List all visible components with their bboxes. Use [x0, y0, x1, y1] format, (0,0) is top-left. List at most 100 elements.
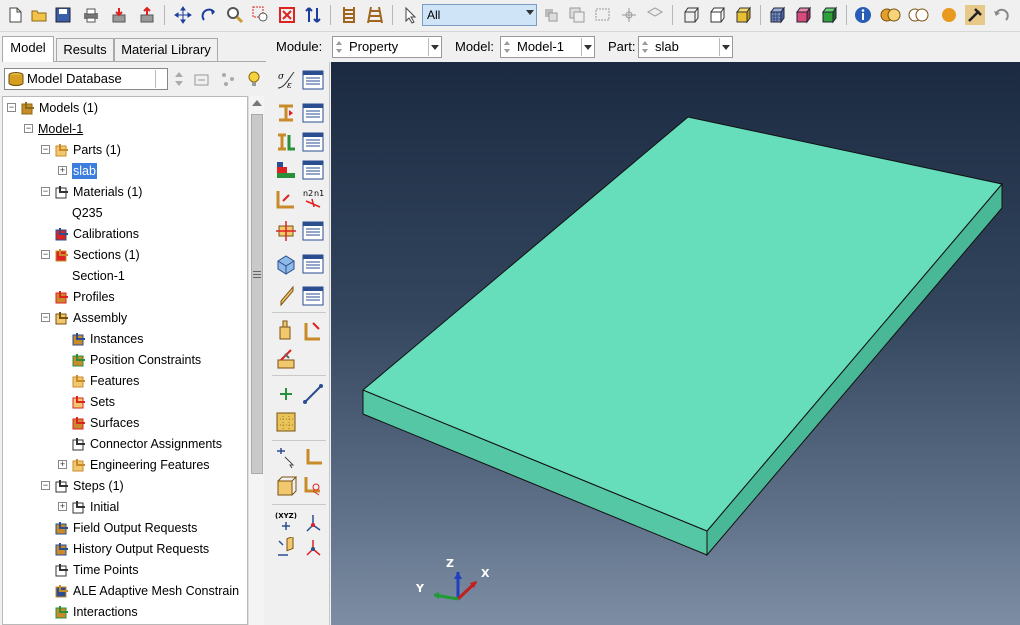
section-assignment-manager-icon[interactable] — [301, 130, 325, 154]
orientation-manager-icon[interactable] — [301, 219, 325, 243]
tree-item[interactable]: Q235 — [3, 203, 247, 223]
move-up-down-icon[interactable] — [174, 71, 184, 87]
create-material-icon[interactable]: σε — [274, 68, 298, 92]
create-datum-plane-icon[interactable] — [274, 410, 298, 434]
collapse-icon[interactable]: − — [24, 124, 33, 133]
part-select[interactable]: slab — [638, 36, 733, 58]
collapse-icon[interactable]: − — [41, 313, 50, 322]
open-file-icon[interactable] — [28, 4, 50, 26]
tree-item[interactable]: ALE Adaptive Mesh Constrain — [3, 581, 247, 601]
create-datum-axis-icon[interactable] — [301, 382, 325, 406]
undo-icon[interactable] — [990, 4, 1012, 26]
create-section-icon[interactable] — [274, 101, 298, 125]
tree-item[interactable]: Profiles — [3, 287, 247, 307]
tree-item[interactable]: Sets — [3, 392, 247, 412]
render-style-icon[interactable] — [938, 4, 960, 26]
collapse-icon[interactable]: − — [41, 250, 50, 259]
tree-item[interactable]: Connector Assignments — [3, 434, 247, 454]
tree-item[interactable]: Field Output Requests — [3, 518, 247, 538]
create-csys-icon[interactable]: (XYZ) — [274, 510, 298, 534]
query-info-icon[interactable] — [852, 4, 874, 26]
pan-icon[interactable] — [172, 4, 194, 26]
color-code-icon[interactable] — [908, 4, 930, 26]
tree-item[interactable]: + Initial — [3, 497, 247, 517]
viewport-canvas[interactable]: Z X Y — [331, 62, 1020, 625]
tree-item[interactable]: − Materials (1) — [3, 182, 247, 202]
tree-scrollbar-thumb[interactable] — [251, 114, 263, 474]
assign-material-orientation-icon[interactable] — [274, 219, 298, 243]
drag-shape-icon[interactable] — [592, 4, 614, 26]
lightbulb-icon[interactable] — [246, 70, 262, 88]
box-zoom-icon[interactable] — [250, 4, 272, 26]
tree-item[interactable]: − Model-1 — [3, 119, 247, 139]
print-icon[interactable] — [80, 4, 102, 26]
section-manager-icon[interactable] — [301, 101, 325, 125]
ruler-icon[interactable] — [338, 4, 360, 26]
tree-scrollbar[interactable] — [248, 96, 264, 625]
tree-item[interactable]: + Engineering Features — [3, 455, 247, 475]
tree-item[interactable]: − Models (1) — [3, 98, 247, 118]
partition-face-icon[interactable] — [274, 446, 298, 470]
tab-material-library[interactable]: Material Library — [114, 38, 218, 62]
tab-model[interactable]: Model — [2, 36, 54, 62]
tree-item[interactable]: Instances — [3, 329, 247, 349]
mesh-view-icon[interactable] — [766, 4, 788, 26]
graphics-viewport[interactable]: Z X Y — [331, 62, 1020, 625]
collapse-icon[interactable]: − — [41, 145, 50, 154]
save-icon[interactable] — [52, 4, 74, 26]
import-icon[interactable] — [108, 4, 130, 26]
tree-item[interactable]: Position Constraints — [3, 350, 247, 370]
tool-selector-icon[interactable] — [964, 4, 986, 26]
assign-beam-orientation-icon[interactable] — [274, 186, 298, 210]
select-edges-icon[interactable] — [618, 4, 640, 26]
expand-icon[interactable]: + — [58, 502, 67, 511]
expand-tree-icon[interactable] — [194, 71, 210, 87]
select-arrow-icon[interactable] — [400, 4, 422, 26]
tree-item[interactable]: − Parts (1) — [3, 140, 247, 160]
model-database-select[interactable]: Model Database — [4, 68, 168, 90]
rotate-icon[interactable] — [198, 4, 220, 26]
assign-section-icon[interactable] — [274, 130, 298, 154]
expand-icon[interactable]: + — [58, 460, 67, 469]
hidden-line-icon[interactable] — [706, 4, 728, 26]
datum-ruler-icon[interactable] — [364, 4, 386, 26]
create-profile-icon[interactable] — [274, 158, 298, 182]
create-composite-layup-icon[interactable] — [274, 252, 298, 276]
datum-csys-offset-icon[interactable] — [301, 536, 325, 560]
auto-fit-icon[interactable] — [276, 4, 298, 26]
tree-item[interactable]: − Assembly — [3, 308, 247, 328]
assign-normal-icon[interactable]: n2 n1 — [301, 186, 325, 210]
zoom-icon[interactable] — [224, 4, 246, 26]
create-datum-csys-icon[interactable] — [301, 510, 325, 534]
tree-item[interactable]: − Sections (1) — [3, 245, 247, 265]
query-datum-icon[interactable] — [274, 536, 298, 560]
tree-item[interactable]: + slab — [3, 161, 247, 181]
material-manager-icon[interactable] — [301, 68, 325, 92]
selection-options-icon[interactable] — [540, 4, 562, 26]
tree-item[interactable]: Time Points — [3, 560, 247, 580]
select-in-viewport-icon[interactable] — [566, 4, 588, 26]
layup-manager-icon[interactable] — [301, 252, 325, 276]
new-file-icon[interactable] — [4, 4, 26, 26]
repair-tools-icon[interactable] — [301, 474, 325, 498]
shaded-icon[interactable] — [732, 4, 754, 26]
tree-item[interactable]: History Output Requests — [3, 539, 247, 559]
create-datum-point-icon[interactable] — [274, 382, 298, 406]
skin-manager-icon[interactable] — [301, 284, 325, 308]
profile-manager-icon[interactable] — [301, 158, 325, 182]
tab-results[interactable]: Results — [56, 38, 114, 62]
export-icon[interactable] — [136, 4, 158, 26]
cycle-views-icon[interactable] — [302, 4, 324, 26]
collapse-icon[interactable]: − — [41, 481, 50, 490]
tree-item[interactable]: Interactions — [3, 602, 247, 622]
tree-item[interactable]: Section-1 — [3, 266, 247, 286]
collapse-icon[interactable]: − — [41, 187, 50, 196]
selection-filter[interactable]: All — [422, 4, 537, 26]
seed-view-icon[interactable] — [818, 4, 840, 26]
tree-item[interactable]: Features — [3, 371, 247, 391]
module-select[interactable]: Property — [332, 36, 442, 58]
wireframe-icon[interactable] — [680, 4, 702, 26]
tree-item[interactable]: Surfaces — [3, 413, 247, 433]
tree-item[interactable]: − Steps (1) — [3, 476, 247, 496]
filter-tree-icon[interactable] — [220, 71, 236, 87]
